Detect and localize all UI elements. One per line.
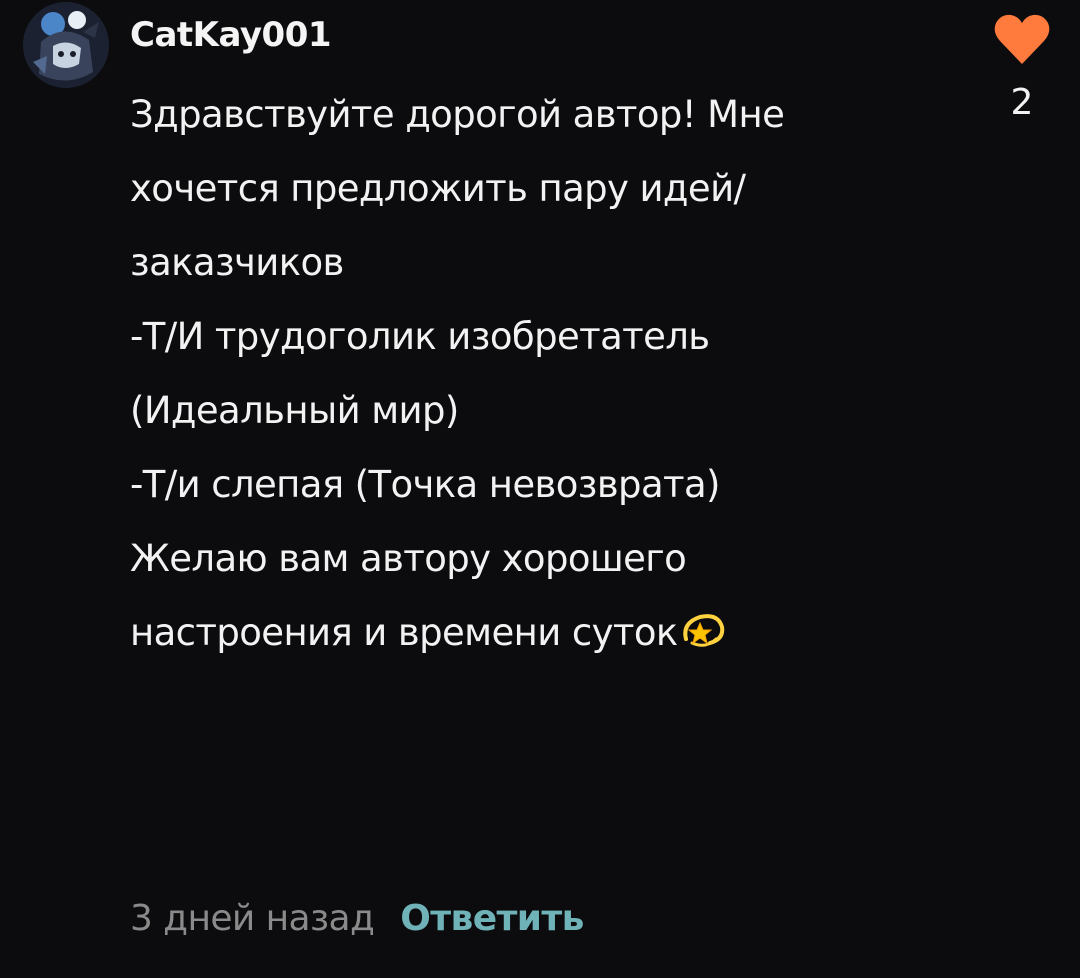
- reply-button[interactable]: Ответить: [400, 898, 584, 939]
- like-count: 2: [1010, 82, 1034, 123]
- dizzy-star-icon: [680, 602, 726, 676]
- comment-paragraph-text: Желаю вам автору хорошего настроения и в…: [130, 537, 687, 654]
- comment-paragraph-last: Желаю вам автору хорошего настроения и в…: [130, 522, 930, 676]
- like-button[interactable]: [992, 10, 1052, 70]
- timestamp: 3 дней назад: [130, 897, 375, 939]
- avatar[interactable]: [23, 2, 109, 88]
- comment-paragraph: Здравствуйте дорогой автор! Мне хочется …: [130, 93, 785, 284]
- comment-paragraph: -Т/и слепая (Точка невозврата): [130, 463, 720, 506]
- comment-paragraph: -Т/И трудоголик изобретатель (Идеальный …: [130, 315, 710, 432]
- comment-footer: 3 дней назад Ответить: [130, 886, 584, 950]
- avatar-image: [23, 2, 109, 88]
- heart-icon: [994, 14, 1050, 64]
- comment-body: Здравствуйте дорогой автор! Мне хочется …: [130, 78, 930, 676]
- comment: CatKay001 Здравствуйте дорогой автор! Мн…: [0, 0, 1080, 978]
- username[interactable]: CatKay001: [130, 10, 332, 60]
